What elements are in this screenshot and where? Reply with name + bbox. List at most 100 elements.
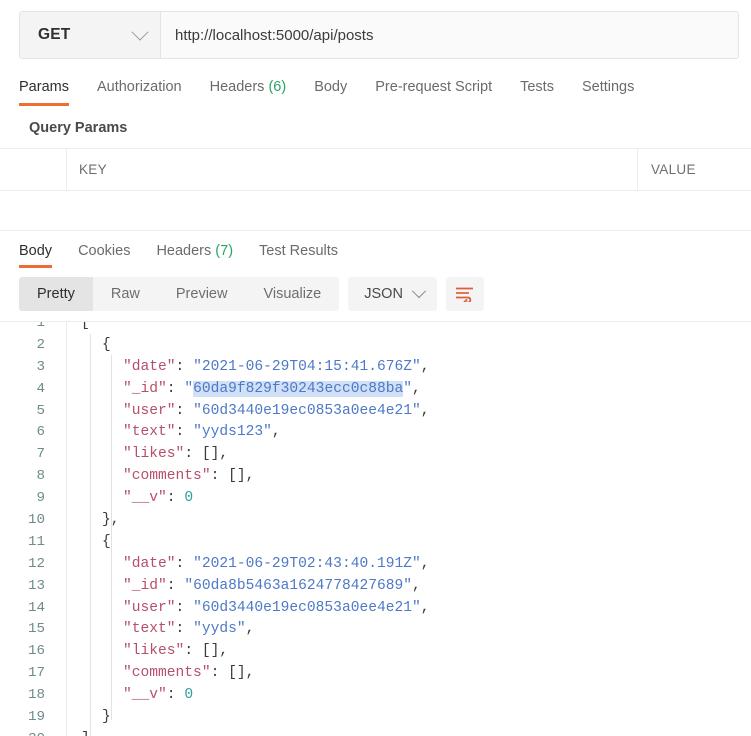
response-tabs: Body Cookies Headers (7) Test Results — [0, 232, 751, 268]
indent-guide — [90, 334, 91, 736]
token-punct: , — [271, 424, 281, 441]
view-mode-raw[interactable]: Raw — [93, 277, 158, 311]
wrap-lines-button[interactable] — [445, 277, 484, 311]
code-line: 17 "comments": [], — [0, 662, 751, 684]
token-brack: ] — [81, 731, 90, 736]
tab-headers-count: (6) — [268, 79, 287, 95]
code-line: 3 "date": "2021-06-29T04:15:41.676Z", — [0, 356, 751, 378]
response-tab-body-label: Body — [19, 243, 53, 259]
view-mode-pretty[interactable]: Pretty — [19, 277, 93, 311]
code-content: "__v": 0 — [58, 687, 193, 703]
response-tab-headers[interactable]: Headers (7) — [143, 243, 246, 268]
response-tab-body[interactable]: Body — [19, 243, 65, 268]
token-punct: : — [175, 599, 194, 616]
token-str: " — [184, 380, 194, 397]
token-punct: , — [245, 621, 255, 638]
query-params-empty-row[interactable] — [0, 191, 751, 231]
token-str: "60da8b5463a1624778427689" — [184, 577, 413, 594]
token-punct: , — [412, 380, 421, 397]
token-num: 0 — [184, 687, 194, 704]
token-key: "comments" — [123, 665, 211, 682]
tab-body-label: Body — [314, 79, 348, 95]
code-line: 18 "__v": 0 — [0, 684, 751, 706]
token-key: "text" — [123, 424, 176, 441]
token-brack: [ — [81, 321, 90, 331]
query-params-value-header: VALUE — [651, 162, 696, 177]
code-line: 1[ — [0, 321, 751, 334]
token-brace: } — [102, 511, 111, 528]
token-punct: , — [219, 446, 229, 463]
token-punct: , — [110, 511, 120, 528]
code-content: } — [58, 709, 111, 725]
view-mode-preview[interactable]: Preview — [158, 277, 246, 311]
code-line: 9 "__v": 0 — [0, 487, 751, 509]
token-key: "_id" — [123, 380, 167, 397]
code-line: 19} — [0, 706, 751, 728]
query-params-title: Query Params — [0, 106, 751, 149]
response-tab-cookies[interactable]: Cookies — [65, 243, 143, 268]
token-punct: , — [219, 643, 229, 660]
response-toolbar: Pretty Raw Preview Visualize JSON — [0, 268, 751, 321]
line-number: 19 — [27, 708, 45, 725]
tab-settings-label: Settings — [581, 79, 635, 95]
tab-authorization[interactable]: Authorization — [83, 79, 196, 106]
tab-headers[interactable]: Headers (6) — [196, 79, 301, 106]
token-punct: , — [245, 665, 255, 682]
chevron-down-icon — [131, 23, 149, 41]
token-punct: : — [175, 424, 194, 441]
token-key: "__v" — [123, 490, 167, 507]
token-str: "60d3440e19ec0853a0ee4e21" — [193, 402, 421, 419]
response-tab-cookies-label: Cookies — [78, 243, 131, 259]
token-punct: : — [175, 402, 194, 419]
line-number: 20 — [0, 731, 58, 736]
tab-settings[interactable]: Settings — [568, 79, 648, 106]
line-number: 13 — [27, 577, 45, 594]
tab-params[interactable]: Params — [19, 79, 83, 106]
tab-tests-label: Tests — [520, 79, 554, 95]
code-content: "user": "60d3440e19ec0853a0ee4e21", — [58, 403, 430, 419]
token-key: "date" — [123, 358, 176, 375]
code-line: 11 { — [0, 531, 751, 553]
chevron-down-icon — [411, 284, 426, 299]
token-punct: , — [420, 599, 430, 616]
query-params-checkbox-column — [0, 149, 67, 190]
code-line: 20] — [0, 728, 751, 736]
response-format-dropdown[interactable]: JSON — [348, 277, 437, 311]
response-body-viewer[interactable]: 1[2{3 "date": "2021-06-29T04:15:41.676Z",… — [0, 321, 751, 736]
response-tab-test-results[interactable]: Test Results — [246, 243, 351, 268]
code-content: { — [58, 534, 111, 550]
tab-pre-request-script[interactable]: Pre-request Script — [361, 79, 506, 106]
http-method-dropdown[interactable]: GET — [20, 12, 161, 58]
token-punct: , — [420, 555, 430, 572]
token-punct: , — [420, 402, 430, 419]
tab-body[interactable]: Body — [300, 79, 361, 106]
line-number: 1 — [36, 321, 45, 331]
token-str-sel: 60da9f829f30243ecc0c88ba — [193, 380, 404, 397]
token-punct: , — [412, 577, 421, 594]
token-str: " — [403, 380, 413, 397]
line-number: 8 — [36, 468, 45, 485]
token-key: "__v" — [123, 687, 167, 704]
token-key: "_id" — [123, 577, 167, 594]
line-number: 11 — [27, 533, 45, 550]
http-method-label: GET — [38, 26, 71, 43]
indent-guide — [111, 355, 112, 720]
tab-tests[interactable]: Tests — [506, 79, 568, 106]
line-number: 3 — [36, 358, 45, 375]
response-body-code[interactable]: 1[2{3 "date": "2021-06-29T04:15:41.676Z",… — [0, 321, 751, 736]
code-content: "comments": [], — [58, 468, 254, 484]
query-params-key-header: KEY — [67, 149, 638, 190]
response-tab-headers-label: Headers — [156, 243, 212, 259]
request-url-input[interactable]: http://localhost:5000/api/posts — [161, 12, 738, 58]
tab-params-label: Params — [19, 79, 69, 95]
token-brace: { — [102, 336, 111, 353]
request-url-bar: GET http://localhost:5000/api/posts — [19, 11, 739, 59]
token-str: "2021-06-29T02:43:40.191Z" — [193, 555, 421, 572]
token-str: "yyds123" — [193, 424, 272, 441]
token-key: "comments" — [123, 468, 211, 485]
token-str: "60d3440e19ec0853a0ee4e21" — [193, 599, 421, 616]
view-mode-visualize[interactable]: Visualize — [245, 277, 339, 311]
code-content: "_id": "60da8b5463a1624778427689", — [58, 578, 421, 594]
line-number: 12 — [27, 555, 45, 572]
token-punct: : — [184, 446, 202, 463]
